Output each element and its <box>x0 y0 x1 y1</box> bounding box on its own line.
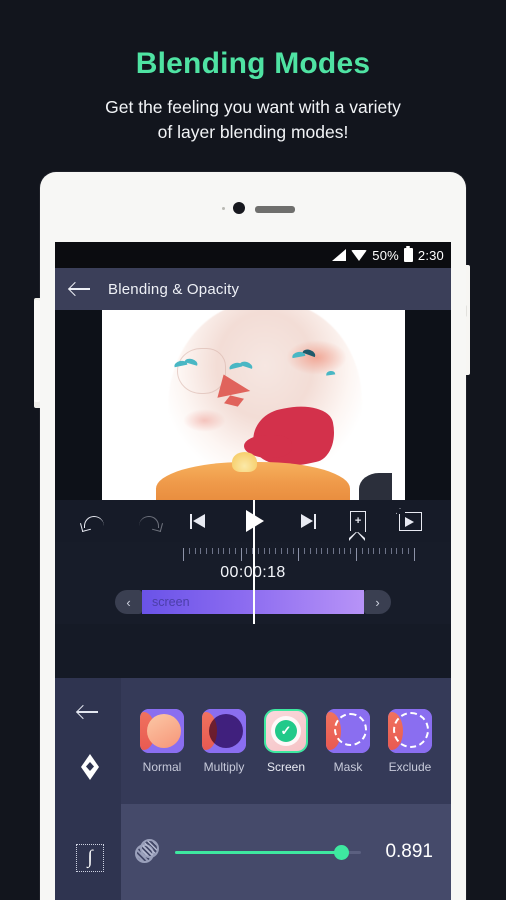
blend-mode-normal[interactable]: Normal <box>134 708 190 774</box>
loop-export-icon[interactable] <box>396 508 426 534</box>
blend-thumb-screen: ✓ <box>264 708 308 753</box>
preview-glasses <box>177 348 226 394</box>
status-bar: 50% 2:30 <box>55 242 451 268</box>
blend-mode-label: Exclude <box>388 759 432 774</box>
promo-subtitle-line1: Get the feeling you want with a variety <box>105 97 401 117</box>
easing-curve-glyph: ∫ <box>87 847 93 868</box>
preview-dark-corner <box>359 473 393 500</box>
clip-label: screen <box>152 595 190 609</box>
skip-to-end-icon[interactable] <box>291 508 321 534</box>
preview-sun <box>231 451 257 472</box>
skip-to-start-icon[interactable] <box>185 508 215 534</box>
blend-thumb-multiply <box>202 708 246 753</box>
battery-icon <box>403 246 413 262</box>
wifi-icon <box>351 249 368 261</box>
opacity-slider[interactable] <box>175 842 361 862</box>
clock-label: 2:30 <box>417 247 444 263</box>
blend-thumb-exclude <box>388 708 432 753</box>
clip-next-button[interactable]: › <box>364 590 391 614</box>
undo-icon[interactable] <box>80 508 110 534</box>
video-preview[interactable] <box>101 310 405 500</box>
promo-subtitle: Get the feeling you want with a variety … <box>0 95 506 145</box>
promo-screenshot: Blending Modes Get the feeling you want … <box>0 0 506 900</box>
panel-back-icon[interactable] <box>77 704 99 720</box>
battery-percent-label: 50% <box>372 247 399 263</box>
selected-check-icon: ✓ <box>275 719 297 742</box>
device-bezel-top <box>40 172 466 242</box>
promo-header: Blending Modes Get the feeling you want … <box>0 0 506 145</box>
blend-thumb-mask <box>326 708 370 753</box>
preview-area <box>55 310 451 500</box>
playhead[interactable] <box>253 542 255 624</box>
blend-mode-label: Multiply <box>203 759 245 774</box>
blend-mode-multiply[interactable]: Multiply <box>196 708 252 774</box>
timeline[interactable]: 00:00:18 ‹ screen › <box>55 500 451 624</box>
bookmark-add-icon[interactable]: + <box>343 508 373 541</box>
opacity-icon[interactable] <box>135 839 161 865</box>
promo-title: Blending Modes <box>135 47 371 80</box>
panel-main: Normal Multiply ✓ Screen Mask Exclude 0.… <box>121 678 451 900</box>
clip-prev-button[interactable]: ‹ <box>115 590 142 614</box>
timeline-ruler <box>183 548 415 561</box>
panel-side-rail: ∫ <box>55 678 121 900</box>
app-bar: Blending & Opacity <box>55 268 451 310</box>
opacity-value: 0.891 <box>385 841 433 862</box>
blend-mode-label: Screen <box>266 759 306 774</box>
promo-subtitle-line2: of layer blending modes! <box>157 122 349 142</box>
device-frame: 50% 2:30 Blending & Opacity + ‹ screen ›… <box>40 172 466 900</box>
playhead-extension <box>253 500 255 542</box>
blend-mode-label: Normal <box>142 759 182 774</box>
blend-mode-list: Normal Multiply ✓ Screen Mask Exclude <box>121 678 451 804</box>
slider-fill <box>175 851 341 854</box>
signal-icon <box>331 249 347 261</box>
slider-knob[interactable] <box>333 845 349 860</box>
blending-panel: ∫ Normal Multiply ✓ Screen Mask Exclude … <box>55 678 451 900</box>
blend-thumb-normal <box>140 708 184 753</box>
blend-mode-mask[interactable]: Mask <box>320 708 376 774</box>
blend-mode-screen[interactable]: ✓ Screen <box>258 708 314 774</box>
device-screen: 50% 2:30 Blending & Opacity + ‹ screen ›… <box>55 242 451 900</box>
page-title: Blending & Opacity <box>108 280 240 298</box>
earpiece-speaker <box>255 206 295 213</box>
blend-mode-label: Mask <box>333 759 363 774</box>
back-icon[interactable] <box>69 281 91 297</box>
front-camera-icon <box>233 202 245 214</box>
sensor-dot-icon <box>222 207 225 210</box>
redo-icon[interactable] <box>133 508 163 534</box>
opacity-row: 0.891 <box>121 804 451 900</box>
preview-cheek-left <box>183 408 226 432</box>
blend-mode-exclude[interactable]: Exclude <box>382 708 438 774</box>
